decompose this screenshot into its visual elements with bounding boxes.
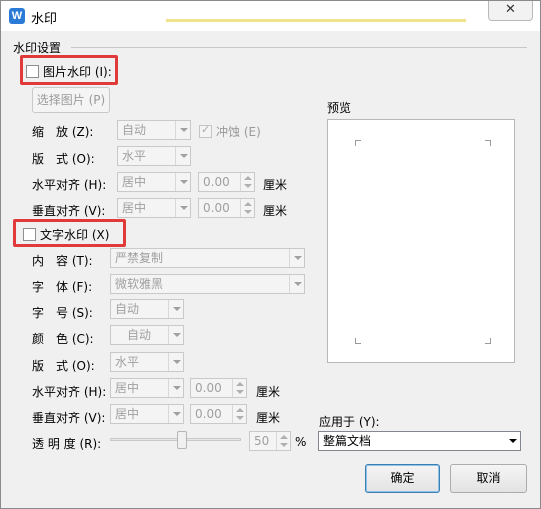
chevron-down-icon bbox=[168, 353, 183, 371]
ok-button[interactable]: 确定 bbox=[365, 464, 440, 493]
spinner-arrows-icon[interactable] bbox=[232, 405, 246, 423]
transparency-slider-handle[interactable] bbox=[177, 431, 187, 449]
chevron-down-icon bbox=[168, 326, 183, 344]
chevron-down-icon bbox=[289, 275, 304, 293]
text-halign-unit: 厘米 bbox=[256, 385, 281, 399]
picture-valign-unit: 厘米 bbox=[263, 204, 288, 218]
font-select[interactable]: 微软雅黑 bbox=[110, 274, 305, 294]
picture-layout-select[interactable]: 水平 bbox=[117, 146, 191, 166]
chevron-down-icon bbox=[175, 147, 190, 165]
picture-halign-value: 居中 bbox=[122, 175, 147, 189]
choose-picture-button[interactable]: 选择图片 (P) bbox=[32, 87, 110, 113]
transparency-slider[interactable] bbox=[110, 438, 241, 441]
transparency-value: 50 bbox=[254, 434, 270, 448]
picture-layout-label: 版 式 (O): bbox=[32, 152, 95, 166]
picture-valign-value: 居中 bbox=[122, 201, 147, 215]
scale-label: 缩 放 (Z): bbox=[32, 125, 94, 139]
chevron-down-icon bbox=[168, 300, 183, 318]
washout-checkbox[interactable] bbox=[199, 123, 212, 138]
chevron-down-icon bbox=[505, 432, 520, 450]
picture-watermark-option[interactable]: 图片水印 (I): bbox=[26, 63, 112, 80]
picture-valign-select[interactable]: 居中 bbox=[117, 198, 191, 218]
text-layout-label: 版 式 (O): bbox=[32, 359, 95, 373]
text-valign-label: 垂直对齐 (V): bbox=[32, 411, 106, 425]
app-logo-icon: W bbox=[9, 8, 25, 24]
color-label: 颜 色 (C): bbox=[32, 332, 94, 346]
content-value: 严禁复制 bbox=[115, 251, 164, 265]
spinner-arrows-icon[interactable] bbox=[276, 432, 290, 450]
text-layout-value: 水平 bbox=[115, 355, 140, 369]
washout-label: 冲蚀 (E) bbox=[216, 125, 261, 139]
corner-mark-icon bbox=[355, 338, 361, 344]
font-label: 字 体 (F): bbox=[32, 280, 93, 294]
size-value: 自动 bbox=[115, 302, 140, 316]
picture-halign-offset[interactable]: 0.00 bbox=[198, 172, 255, 192]
picture-layout-value: 水平 bbox=[122, 149, 147, 163]
title-bar: W 水印 ✕ bbox=[1, 1, 540, 31]
chevron-down-icon bbox=[168, 405, 183, 423]
group-title: 水印设置 bbox=[13, 41, 62, 55]
title-highlight-stripe bbox=[166, 19, 466, 22]
text-valign-select[interactable]: 居中 bbox=[110, 404, 184, 424]
picture-halign-offset-value: 0.00 bbox=[203, 175, 230, 189]
text-watermark-option[interactable]: 文字水印 (X) bbox=[23, 226, 109, 243]
picture-valign-label: 垂直对齐 (V): bbox=[32, 204, 106, 218]
chevron-down-icon bbox=[175, 199, 190, 217]
transparency-input[interactable]: 50 bbox=[249, 431, 291, 451]
apply-to-value: 整篇文档 bbox=[323, 434, 372, 448]
picture-watermark-checkbox[interactable] bbox=[26, 65, 39, 78]
text-valign-offset[interactable]: 0.00 bbox=[190, 404, 247, 424]
color-select[interactable]: 自动 bbox=[110, 325, 184, 345]
chevron-down-icon bbox=[175, 173, 190, 191]
group-divider bbox=[71, 47, 527, 48]
chevron-down-icon bbox=[289, 249, 304, 267]
text-valign-value: 居中 bbox=[115, 407, 140, 421]
text-halign-value: 居中 bbox=[115, 381, 140, 395]
text-halign-offset[interactable]: 0.00 bbox=[190, 378, 247, 398]
chevron-down-icon bbox=[168, 379, 183, 397]
picture-halign-label: 水平对齐 (H): bbox=[32, 178, 107, 192]
close-button[interactable]: ✕ bbox=[488, 1, 533, 21]
text-watermark-checkbox[interactable] bbox=[23, 228, 36, 241]
content-label: 内 容 (T): bbox=[32, 254, 93, 268]
watermark-dialog: W 水印 ✕ 水印设置 图片水印 (I): 选择图片 (P) 缩 放 (Z): … bbox=[0, 0, 541, 509]
dialog-title: 水印 bbox=[31, 12, 58, 27]
spinner-arrows-icon[interactable] bbox=[240, 199, 254, 217]
picture-watermark-label: 图片水印 (I): bbox=[43, 65, 112, 79]
scale-select[interactable]: 自动 bbox=[117, 120, 191, 140]
font-value: 微软雅黑 bbox=[115, 277, 164, 291]
content-select[interactable]: 严禁复制 bbox=[110, 248, 305, 268]
size-label: 字 号 (S): bbox=[32, 306, 93, 320]
apply-to-label: 应用于 (Y): bbox=[319, 415, 380, 429]
transparency-unit: % bbox=[295, 435, 307, 449]
text-halign-label: 水平对齐 (H): bbox=[32, 385, 107, 399]
picture-valign-offset[interactable]: 0.00 bbox=[198, 198, 255, 218]
preview-pane bbox=[327, 119, 515, 363]
text-halign-offset-value: 0.00 bbox=[195, 381, 222, 395]
text-watermark-label: 文字水印 (X) bbox=[40, 228, 110, 242]
color-value: 自动 bbox=[127, 328, 152, 342]
spinner-arrows-icon[interactable] bbox=[240, 173, 254, 191]
picture-halign-unit: 厘米 bbox=[263, 178, 288, 192]
scale-value: 自动 bbox=[122, 123, 147, 137]
size-select[interactable]: 自动 bbox=[110, 299, 184, 319]
transparency-label: 透 明 度 (R): bbox=[32, 437, 102, 451]
picture-valign-offset-value: 0.00 bbox=[203, 201, 230, 215]
chevron-down-icon bbox=[175, 121, 190, 139]
corner-mark-icon bbox=[355, 140, 361, 146]
picture-halign-select[interactable]: 居中 bbox=[117, 172, 191, 192]
washout-option[interactable]: 冲蚀 (E) bbox=[199, 123, 261, 140]
corner-mark-icon bbox=[485, 140, 491, 146]
text-valign-unit: 厘米 bbox=[256, 411, 281, 425]
text-layout-select[interactable]: 水平 bbox=[110, 352, 184, 372]
preview-label: 预览 bbox=[327, 101, 352, 115]
corner-mark-icon bbox=[485, 338, 491, 344]
apply-to-select[interactable]: 整篇文档 bbox=[318, 431, 521, 451]
text-halign-select[interactable]: 居中 bbox=[110, 378, 184, 398]
spinner-arrows-icon[interactable] bbox=[232, 379, 246, 397]
text-valign-offset-value: 0.00 bbox=[195, 407, 222, 421]
cancel-button[interactable]: 取消 bbox=[450, 464, 527, 493]
